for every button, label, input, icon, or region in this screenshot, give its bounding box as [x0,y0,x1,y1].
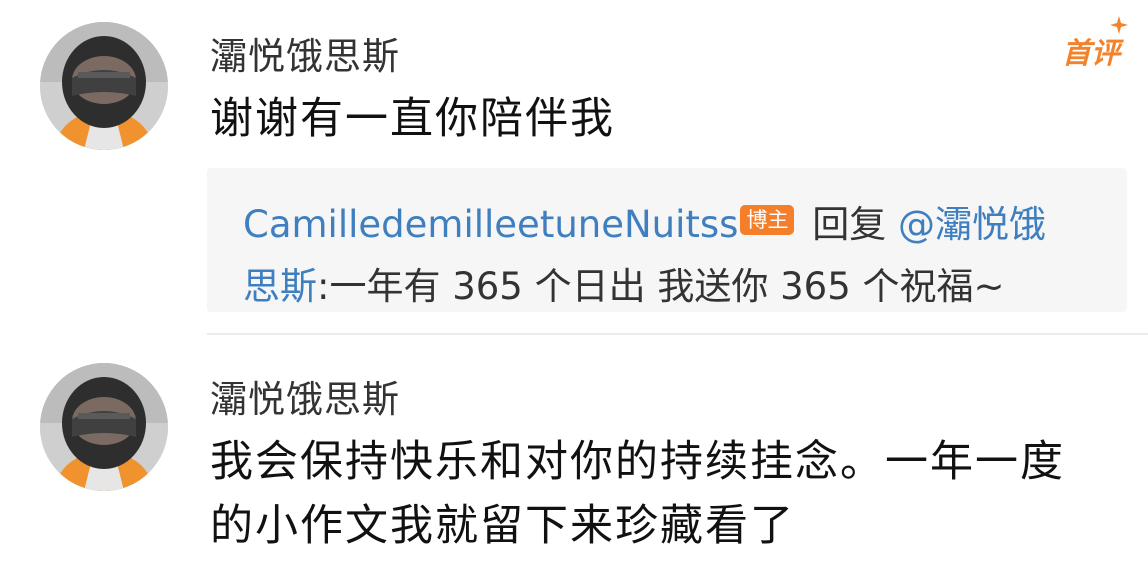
reply-word: 回复 [812,203,887,246]
reply-author-link[interactable]: CamilledemilleetuneNuitss [243,203,738,246]
comment-username[interactable]: 灞悦饿思斯 [210,26,400,80]
comment-text-line-2: 的小作文我就留下来珍藏看了 [210,501,795,551]
owner-badge: 博主 [740,205,795,235]
comment-text: 谢谢有一直你陪伴我 [210,94,615,144]
reply-content: :一年有 365 个日出 我送你 365 个祝福~ [317,265,1005,308]
first-comment-badge: 首评 [1061,16,1128,72]
sparkle-icon [1110,16,1128,34]
reply-box[interactable]: CamilledemilleetuneNuitss 博主 回复 @灞悦饿 思斯:一… [207,168,1127,312]
comment-item-1: 灞悦饿思斯 首评 谢谢有一直你陪伴我 CamilledemilleetuneNu… [0,0,1148,333]
user-avatar[interactable] [40,22,168,150]
mention-link-part2[interactable]: 思斯 [243,265,317,308]
mention-link-part1[interactable]: @灞悦饿 [898,203,1046,246]
avatar-image [40,363,168,491]
comment-item-2: 灞悦饿思斯 我会保持快乐和对你的持续挂念。一年一度 的小作文我就留下来珍藏看了 [0,335,1148,554]
user-avatar[interactable] [40,363,168,491]
reply-line-2: 思斯:一年有 365 个日出 我送你 365 个祝福~ [243,256,1005,310]
reply-line-1: CamilledemilleetuneNuitss 博主 回复 @灞悦饿 [243,194,1046,248]
comment-username[interactable]: 灞悦饿思斯 [210,369,400,423]
avatar-image [40,22,168,150]
first-comment-badge-label: 首评 [1061,36,1120,70]
